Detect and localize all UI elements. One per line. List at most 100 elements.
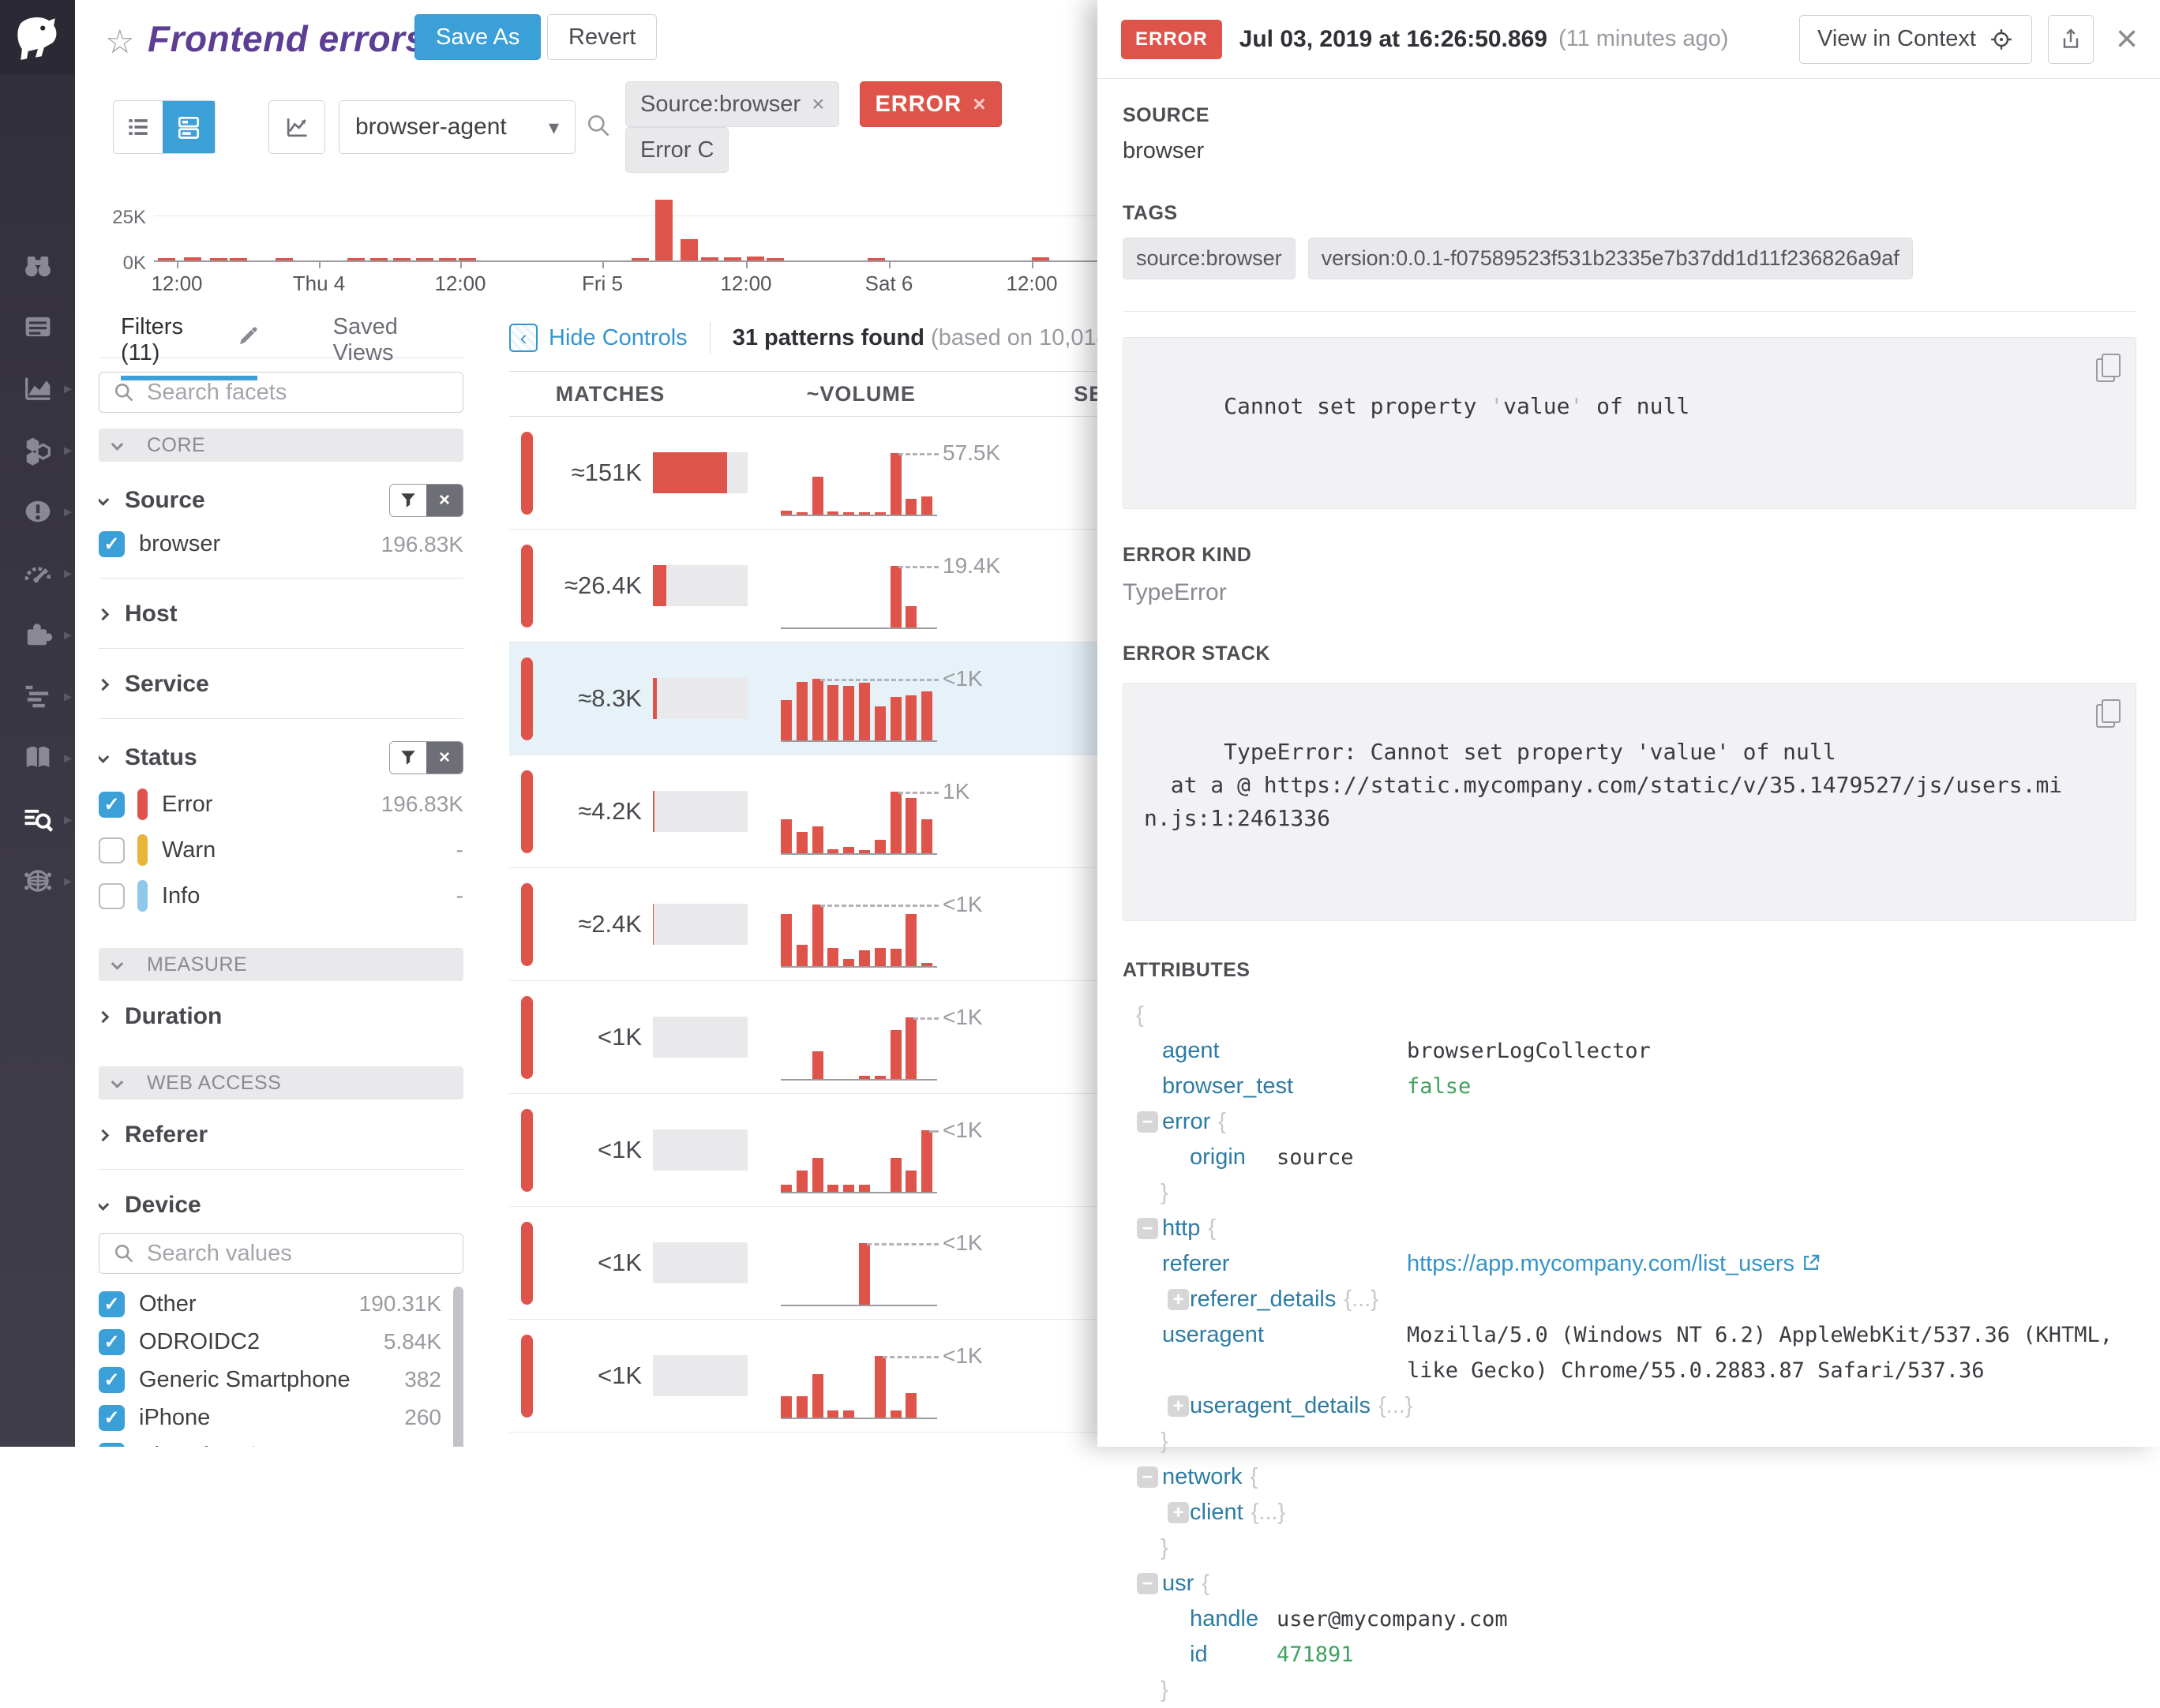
collapse-toggle-icon[interactable]: − xyxy=(1137,1218,1158,1239)
expand-toggle-icon[interactable]: + xyxy=(1168,1395,1189,1417)
close-icon[interactable]: × xyxy=(2116,21,2138,58)
column-header[interactable]: ~VOLUME xyxy=(711,382,1011,406)
tab-filters[interactable]: Filters (11) xyxy=(121,314,257,380)
facet-value-row[interactable]: ✓XiaoMi MI 831 xyxy=(99,1436,463,1447)
facet-filter-button[interactable] xyxy=(390,485,426,516)
timeline-bar[interactable] xyxy=(370,258,388,260)
collapse-toggle-icon[interactable]: − xyxy=(1137,1466,1158,1488)
timeline-bar[interactable] xyxy=(393,258,411,260)
facet-header[interactable]: Duration xyxy=(99,1003,463,1030)
timeline-bar[interactable] xyxy=(632,258,649,260)
pattern-row[interactable]: <1K<1K xyxy=(509,1320,1097,1433)
timeline-bar[interactable] xyxy=(276,258,293,260)
device-search-input[interactable]: Search values xyxy=(99,1233,463,1274)
timeline-bar[interactable] xyxy=(439,258,456,260)
facet-value-row[interactable]: ✓browser196.83K xyxy=(99,531,463,557)
timeline-bar[interactable] xyxy=(230,258,247,260)
facet-header[interactable]: Status× xyxy=(99,741,463,774)
checkbox[interactable]: ✓ xyxy=(99,1405,125,1431)
pattern-view-button[interactable] xyxy=(163,101,215,153)
pattern-row[interactable]: ≈151K57.5K xyxy=(509,417,1097,530)
collapse-toggle-icon[interactable]: − xyxy=(1137,1573,1158,1594)
sidebar-item-infrastructure[interactable]: ▸ xyxy=(0,421,75,478)
event-tag[interactable]: source:browser xyxy=(1123,238,1296,279)
facet-group-header[interactable]: CORE xyxy=(99,429,463,462)
timeline-bar[interactable] xyxy=(416,258,433,260)
column-header[interactable]: SERVICE xyxy=(1011,382,1097,406)
checkbox[interactable] xyxy=(99,837,125,863)
search-filter-tag[interactable]: Source:browser× xyxy=(625,81,839,127)
facet-header[interactable]: Host xyxy=(99,601,463,627)
facet-header[interactable]: Source× xyxy=(99,484,463,517)
sidebar-item-apm-traces[interactable]: ▸ xyxy=(0,668,75,725)
sidebar-item-logs-search[interactable]: ▸ xyxy=(0,791,75,848)
export-share-button[interactable] xyxy=(2048,15,2094,64)
sidebar-item-notebooks[interactable]: ▸ xyxy=(0,729,75,786)
checkbox[interactable]: ✓ xyxy=(99,1291,125,1317)
search-bar[interactable]: Source:browser×ERROR×Error C xyxy=(584,100,1097,154)
pattern-row[interactable]: ≈8.3K<1K xyxy=(509,642,1097,755)
timeline-bar[interactable] xyxy=(747,257,764,260)
checkbox[interactable]: ✓ xyxy=(99,531,125,557)
timeline-bar[interactable] xyxy=(184,257,201,260)
tab-saved-views[interactable]: Saved Views xyxy=(333,314,463,366)
timeline-bar[interactable] xyxy=(767,258,784,260)
list-view-button[interactable] xyxy=(114,101,163,153)
facet-value-row[interactable]: ✓ODROIDC25.84K xyxy=(99,1323,463,1361)
pattern-row[interactable]: ≈2.4K<1K xyxy=(509,868,1097,981)
copy-icon[interactable] xyxy=(2096,699,2120,728)
hide-controls-button[interactable]: ‹ Hide Controls xyxy=(509,324,688,352)
facet-value-row[interactable]: ✓Other190.31K xyxy=(99,1285,463,1323)
view-in-context-button[interactable]: View in Context xyxy=(1799,15,2032,64)
pattern-row[interactable]: <1K<1K xyxy=(509,1207,1097,1320)
checkbox[interactable]: ✓ xyxy=(99,1443,125,1448)
remove-tag-icon[interactable]: × xyxy=(812,92,824,117)
events-timeline-chart[interactable]: 25K 0K 12:00Thu 412:00Fri 512:00Sat 612:… xyxy=(75,189,1097,300)
checkbox[interactable]: ✓ xyxy=(99,1329,125,1355)
checkbox[interactable] xyxy=(99,883,125,909)
pattern-row[interactable]: ≈26.4K19.4K xyxy=(509,530,1097,642)
scrollbar-thumb[interactable] xyxy=(453,1287,463,1447)
favorite-star-icon[interactable]: ☆ xyxy=(105,22,135,61)
collapse-toggle-icon[interactable]: − xyxy=(1137,1111,1158,1133)
timeline-bar[interactable] xyxy=(868,258,885,260)
revert-button[interactable]: Revert xyxy=(547,14,657,60)
facet-clear-button[interactable]: × xyxy=(426,742,463,773)
group-by-dropdown[interactable]: browser-agent ▾ xyxy=(339,100,576,154)
pattern-row[interactable]: ≈4.2K1K xyxy=(509,755,1097,868)
pencil-edit-icon[interactable] xyxy=(237,327,257,354)
column-header[interactable]: MATCHES xyxy=(509,382,711,406)
facet-header[interactable]: Device xyxy=(99,1192,463,1219)
sidebar-item-synthetics-gauge[interactable]: ▸ xyxy=(0,545,75,601)
facet-filter-button[interactable] xyxy=(390,742,426,773)
facet-header[interactable]: Service xyxy=(99,671,463,698)
remove-tag-icon[interactable]: × xyxy=(973,92,986,117)
timeline-bar[interactable] xyxy=(701,257,718,260)
search-filter-tag[interactable]: ERROR× xyxy=(860,81,1001,127)
sidebar-item-network-globe[interactable]: ▸ xyxy=(0,852,75,909)
expand-toggle-icon[interactable]: + xyxy=(1168,1289,1189,1310)
timeline-bar[interactable] xyxy=(347,258,365,260)
facet-value-row[interactable]: Info- xyxy=(99,880,463,912)
checkbox[interactable]: ✓ xyxy=(99,792,125,818)
timeline-bar[interactable] xyxy=(1032,257,1049,260)
event-tag[interactable]: version:0.0.1-f07589523f531b2335e7b37dd1… xyxy=(1308,238,1913,279)
graph-view-button[interactable] xyxy=(269,101,324,153)
timeline-bar[interactable] xyxy=(655,200,673,260)
timeline-bar[interactable] xyxy=(158,258,175,260)
sidebar-item-monitors[interactable]: ▸ xyxy=(0,483,75,540)
sidebar-item-metrics[interactable]: ▸ xyxy=(0,360,75,417)
search-filter-tag[interactable]: Error C xyxy=(625,127,729,173)
facet-group-header[interactable]: WEB ACCESS xyxy=(99,1066,463,1099)
timeline-bar[interactable] xyxy=(459,258,476,260)
save-as-button[interactable]: Save As xyxy=(414,14,541,60)
facet-group-header[interactable]: MEASURE xyxy=(99,948,463,981)
sidebar-item-watchdog-binoculars[interactable] xyxy=(0,237,75,294)
timeline-bar[interactable] xyxy=(724,257,741,260)
sidebar-item-events[interactable] xyxy=(0,298,75,355)
sidebar-item-integrations-puzzle[interactable]: ▸ xyxy=(0,606,75,663)
facet-value-row[interactable]: ✓Generic Smartphone382 xyxy=(99,1361,463,1399)
pattern-row[interactable]: <1K<1K xyxy=(509,1094,1097,1207)
datadog-logo[interactable] xyxy=(0,0,75,75)
timeline-bar[interactable] xyxy=(210,258,227,260)
